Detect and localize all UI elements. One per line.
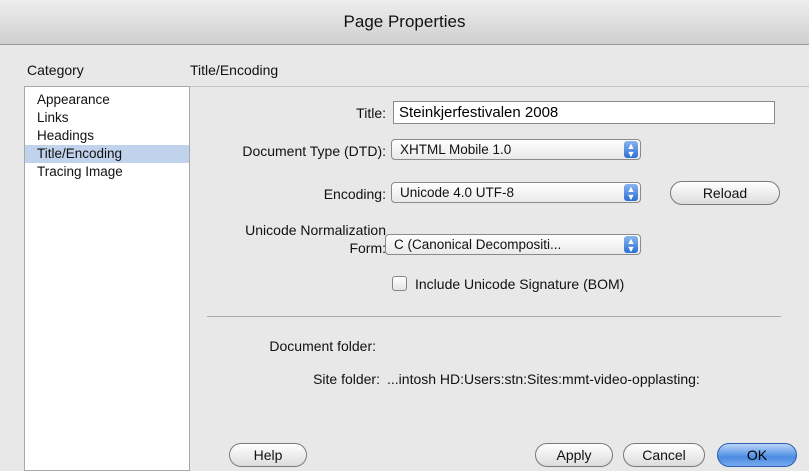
category-item-headings[interactable]: Headings: [25, 127, 189, 145]
encoding-value: Unicode 4.0 UTF-8: [400, 185, 515, 200]
up-down-arrows-icon: ▲ ▼: [624, 184, 638, 202]
ok-button[interactable]: OK: [717, 443, 797, 467]
encoding-label: Encoding:: [323, 186, 386, 202]
doctype-label: Document Type (DTD):: [242, 143, 386, 159]
title-label: Title:: [356, 105, 386, 121]
apply-button-label: Apply: [556, 447, 592, 463]
bom-checkbox[interactable]: [392, 276, 407, 291]
encoding-select[interactable]: Unicode 4.0 UTF-8 ▲ ▼: [391, 182, 641, 203]
site-folder-value: ...intosh HD:Users:stn:Sites:mmt-video-o…: [387, 371, 700, 387]
doctype-select[interactable]: XHTML Mobile 1.0 ▲ ▼: [391, 139, 641, 160]
help-button-label: Help: [253, 447, 283, 463]
cancel-button[interactable]: Cancel: [623, 443, 705, 467]
up-down-arrows-icon: ▲ ▼: [624, 141, 638, 159]
window-title: Page Properties: [343, 12, 466, 31]
help-button[interactable]: Help: [229, 443, 307, 467]
bom-label[interactable]: Include Unicode Signature (BOM): [415, 276, 624, 292]
normalization-label-line1: Unicode Normalization: [245, 222, 386, 238]
ok-button-label: OK: [746, 447, 768, 463]
window-titlebar: Page Properties: [0, 0, 809, 45]
category-item-links[interactable]: Links: [25, 109, 189, 127]
title-input[interactable]: [393, 101, 775, 124]
category-item-title-encoding[interactable]: Title/Encoding: [25, 145, 189, 163]
normalization-value: C (Canonical Decompositi...: [394, 237, 562, 252]
doctype-value: XHTML Mobile 1.0: [400, 142, 512, 157]
normalization-label-line2: Form:: [349, 240, 386, 256]
divider: [207, 316, 781, 317]
document-folder-label: Document folder:: [269, 338, 376, 354]
category-item-appearance[interactable]: Appearance: [25, 91, 189, 109]
section-header: Title/Encoding: [190, 62, 279, 78]
reload-button[interactable]: Reload: [670, 181, 780, 205]
reload-button-label: Reload: [702, 185, 748, 201]
category-header: Category: [27, 62, 84, 78]
apply-button[interactable]: Apply: [535, 443, 613, 467]
category-item-tracing-image[interactable]: Tracing Image: [25, 163, 189, 181]
up-down-arrows-icon: ▲ ▼: [624, 236, 638, 254]
normalization-select[interactable]: C (Canonical Decompositi... ▲ ▼: [385, 234, 641, 255]
cancel-button-label: Cancel: [642, 447, 686, 463]
category-list[interactable]: Appearance Links Headings Title/Encoding…: [24, 86, 190, 471]
site-folder-label: Site folder:: [313, 371, 380, 387]
